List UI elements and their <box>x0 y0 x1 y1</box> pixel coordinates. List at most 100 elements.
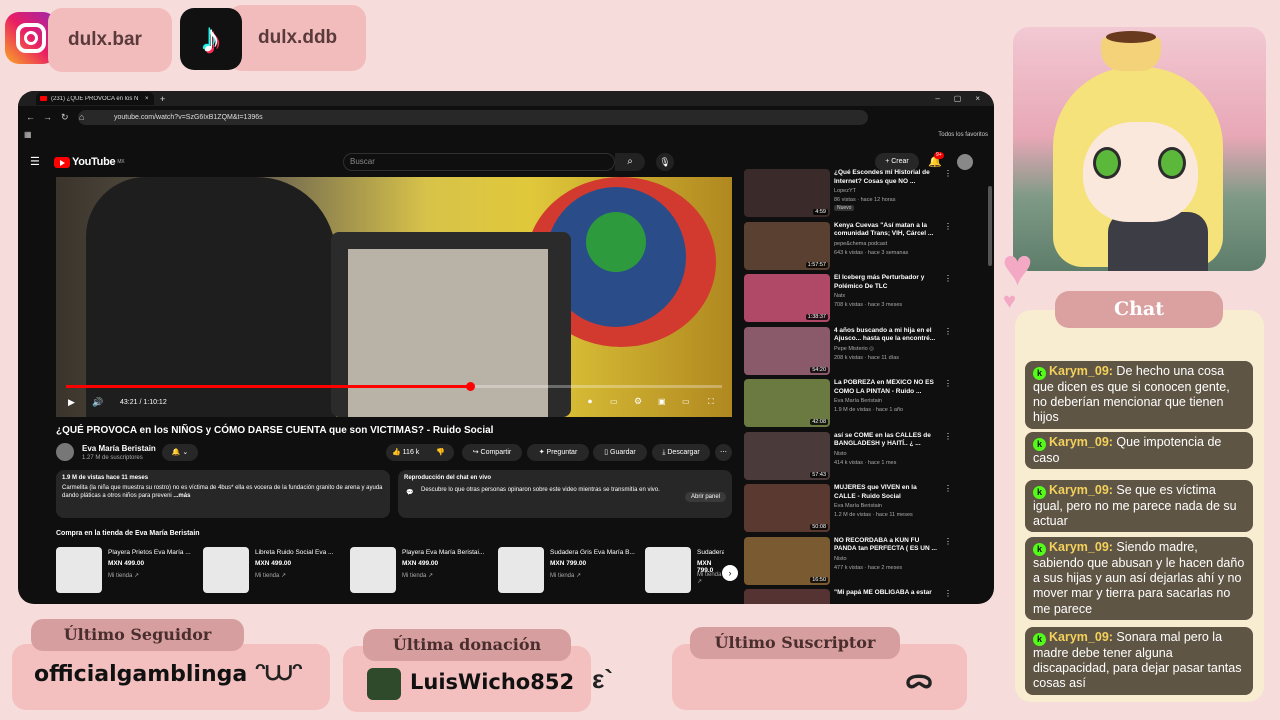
recommended-video[interactable]: 50:08 MUJERES que VIVEN en la CALLE - Rui… <box>744 484 954 534</box>
recommended-video-channel[interactable]: LopezYT <box>834 188 856 194</box>
channel-name[interactable]: Eva María Beristain <box>82 444 156 453</box>
recommended-video[interactable]: 57:43 así se COME en las CALLES de BANGLA… <box>744 431 954 482</box>
more-options-icon[interactable]: ⋮ <box>944 222 952 231</box>
volume-icon[interactable]: 🔊 <box>92 397 103 408</box>
youtube-logo[interactable]: YouTube MX <box>54 156 125 168</box>
recommended-video-channel[interactable]: Natx <box>834 293 845 299</box>
search-input[interactable]: Buscar <box>343 153 615 171</box>
product-store-link[interactable]: Mi tienda ↗ <box>108 572 139 579</box>
shop-item[interactable]: Sudadera RMXN 799.0Mi tienda ↗ <box>645 547 724 595</box>
shop-item[interactable]: Playera Eva María Beristai... MXN 499.00 M… <box>350 547 490 595</box>
miniplayer-icon[interactable]: ▣ <box>658 397 666 406</box>
dislike-icon[interactable]: 👎 <box>436 444 445 461</box>
subscribe-bell-button[interactable]: 🔔 ⌄ <box>162 444 198 461</box>
recommended-video-title[interactable]: ¿Qué Escondes mi Historial de Internet? … <box>834 169 940 186</box>
recommended-video[interactable]: 4:59 ¿Qué Escondes mi Historial de Intern… <box>744 169 954 219</box>
new-tab-button[interactable]: + <box>160 94 165 104</box>
video-thumbnail[interactable] <box>744 589 830 604</box>
recommended-video[interactable]: 54:20 4 años buscando a mi hija en el Aju… <box>744 326 954 377</box>
more-options-icon[interactable]: ⋮ <box>944 379 952 388</box>
recommended-video-channel[interactable]: pepe&chema podcast <box>834 241 887 247</box>
recommended-video-channel[interactable]: Pepe Misterio ◎ <box>834 346 874 352</box>
notifications-bell-icon[interactable]: 🔔 9+ <box>928 152 944 168</box>
open-panel-button[interactable]: Abrir panel <box>684 492 726 502</box>
video-thumbnail[interactable]: 42:08 <box>744 379 830 427</box>
theater-mode-icon[interactable]: ▭ <box>682 397 690 406</box>
recommended-video-title[interactable]: MUJERES que VIVEN en la CALLE - Ruido So… <box>834 484 940 501</box>
more-options-icon[interactable]: ⋮ <box>944 432 952 441</box>
recommended-video-channel[interactable]: Nisto <box>834 451 847 457</box>
forward-icon[interactable]: → <box>43 112 52 122</box>
description-more-link[interactable]: ...más <box>173 493 190 499</box>
more-options-icon[interactable]: ⋮ <box>944 274 952 283</box>
search-icon[interactable]: ⌕ <box>615 153 645 171</box>
shop-item[interactable]: Sudadera Gris Eva María B... MXN 799.00 Mi… <box>498 547 638 595</box>
maximize-button[interactable]: ▢ <box>954 94 962 103</box>
product-store-link[interactable]: Mi tienda ↗ <box>402 572 433 579</box>
recommended-video-title[interactable]: así se COME en las CALLES de BANGLADESH … <box>834 432 940 449</box>
url-field[interactable]: youtube.com/watch?v=SzG6IxB1ZQM&t=1396s <box>78 109 868 125</box>
video-thumbnail[interactable]: 4:59 <box>744 169 830 217</box>
more-options-icon[interactable]: ⋮ <box>944 484 952 493</box>
video-thumbnail[interactable]: 1:57:57 <box>744 221 830 270</box>
recommended-video-title[interactable]: El Iceberg más Perturbador y Polémico De… <box>834 274 940 291</box>
recommended-video-channel[interactable]: Eva María Beristain <box>834 503 882 509</box>
browser-tab[interactable]: (231) ¿QUÉ PROVOCA en los N × <box>36 92 154 105</box>
url-text: youtube.com/watch?v=SzG6IxB1ZQM&t=1396s <box>114 113 263 121</box>
share-button[interactable]: ↪ Compartir <box>462 444 522 461</box>
recommended-video-channel[interactable]: Eva María Beristain <box>834 398 882 404</box>
home-icon[interactable]: ⌂ <box>79 112 84 122</box>
fullscreen-icon[interactable]: ⛶ <box>708 397 714 407</box>
video-thumbnail[interactable]: 16:50 <box>744 536 830 585</box>
more-actions-button[interactable]: ⋯ <box>715 444 732 461</box>
shop-item[interactable]: Playera Prietos Eva María ... MXN 499.00 M… <box>56 547 196 595</box>
video-player[interactable]: ▶ 🔊 43:21 / 1:10:12 ⏺ ▭ ⚙ ▣ ▭ ⛶ <box>56 177 732 417</box>
recommended-video-title[interactable]: 4 años buscando a mi hija en el Ajusco..… <box>834 327 940 344</box>
video-thumbnail[interactable]: 1:38:37 <box>744 274 830 322</box>
recommended-video-title[interactable]: NO RECORDABA a KUN FU PANDA tan PERFECTA… <box>834 537 940 554</box>
product-store-link[interactable]: Mi tienda ↗ <box>550 572 581 579</box>
autoplay-toggle-icon[interactable]: ⏺ <box>588 397 592 407</box>
close-window-button[interactable]: × <box>975 94 980 103</box>
recommended-video-title[interactable]: Kenya Cuevas "Así matan a la comunidad T… <box>834 222 940 239</box>
more-options-icon[interactable]: ⋮ <box>944 169 952 178</box>
recommended-video[interactable]: 1:57:57 Kenya Cuevas "Así matan a la comu… <box>744 221 954 272</box>
apps-grid-icon[interactable]: ▦ <box>24 130 32 139</box>
recommended-video-title[interactable]: "Mi papá ME OBLIGABA a estar <box>834 589 940 598</box>
video-thumbnail[interactable]: 50:08 <box>744 484 830 532</box>
minimize-button[interactable]: – <box>935 94 939 103</box>
recommended-video[interactable]: "Mi papá ME OBLIGABA a estar ⋮ <box>744 589 954 604</box>
video-progress-bar[interactable] <box>66 382 722 391</box>
product-store-link[interactable]: Mi tienda ↗ <box>255 572 286 579</box>
settings-gear-icon[interactable]: ⚙ <box>634 396 642 407</box>
more-options-icon[interactable]: ⋮ <box>944 327 952 336</box>
microphone-icon[interactable]: 🎙 <box>656 153 674 171</box>
more-options-icon[interactable]: ⋮ <box>944 537 952 546</box>
recommended-video[interactable]: 1:38:37 El Iceberg más Perturbador y Polé… <box>744 274 954 324</box>
video-thumbnail[interactable]: 57:43 <box>744 431 830 480</box>
channel-avatar[interactable] <box>56 443 74 461</box>
shop-item[interactable]: Libreta Ruido Social Eva ... MXN 499.00 Mi… <box>203 547 343 595</box>
shop-next-button[interactable]: › <box>722 565 738 581</box>
tab-close-icon[interactable]: × <box>145 96 149 102</box>
recommended-video-channel[interactable]: Nisto <box>834 556 847 562</box>
more-options-icon[interactable]: ⋮ <box>944 589 952 598</box>
product-store-link[interactable]: Mi tienda ↗ <box>697 572 724 585</box>
ask-button[interactable]: ✦ Preguntar <box>527 444 589 461</box>
reload-icon[interactable]: ↻ <box>61 112 69 123</box>
like-button[interactable]: 👍 116 k 👎 <box>386 444 454 461</box>
save-button[interactable]: ▯ Guardar <box>593 444 647 461</box>
play-icon[interactable]: ▶ <box>68 397 75 408</box>
recommended-video[interactable]: 42:08 La POBREZA en MÉXICO NO ES COMO LA … <box>744 379 954 429</box>
recommended-video[interactable]: 16:50 NO RECORDABA a KUN FU PANDA tan PER… <box>744 536 954 587</box>
download-button[interactable]: ⤓ Descargar <box>652 444 710 461</box>
subtitles-icon[interactable]: ▭ <box>610 397 618 406</box>
description-box[interactable]: 1.9 M de vistas hace 11 meses Carmelita … <box>56 470 390 518</box>
scrollbar[interactable] <box>988 186 992 266</box>
recommended-video-title[interactable]: La POBREZA en MÉXICO NO ES COMO LA PINTA… <box>834 379 940 396</box>
bookmarks-folder[interactable]: Todos los favoritos <box>938 132 988 138</box>
account-avatar[interactable] <box>957 154 973 170</box>
menu-icon[interactable]: ☰ <box>30 155 40 168</box>
back-icon[interactable]: ← <box>26 112 35 122</box>
video-thumbnail[interactable]: 54:20 <box>744 326 830 375</box>
